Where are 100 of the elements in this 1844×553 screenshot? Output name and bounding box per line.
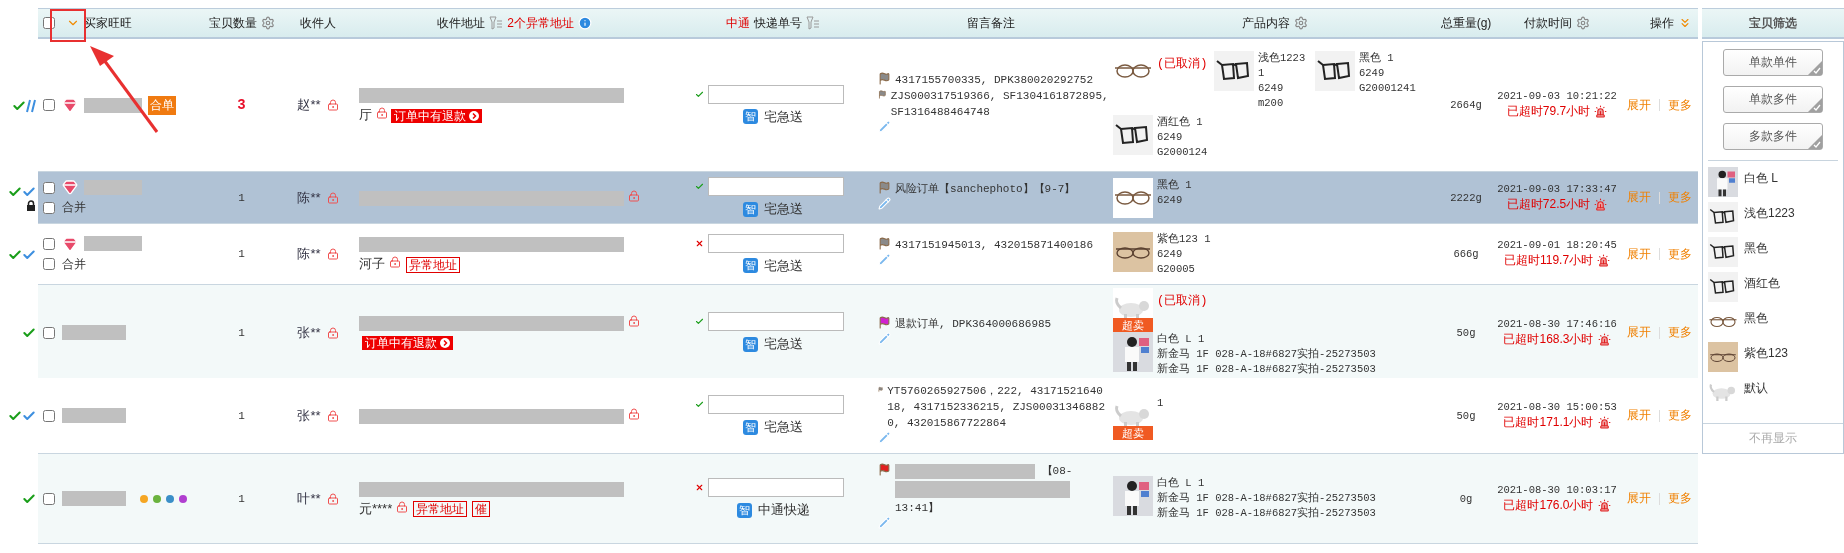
lock-icon [627, 314, 640, 327]
overdue-text: 已超时72.5小时 [1506, 195, 1591, 213]
filter-button[interactable]: 单款单件 [1723, 49, 1823, 76]
gear-icon[interactable] [260, 16, 275, 30]
product-text: 白色 L 1 [1157, 476, 1206, 491]
siren-icon [1597, 332, 1611, 346]
payment-time: 2021-09-01 18:20:45 [1497, 239, 1617, 251]
pencil-icon[interactable] [878, 331, 891, 345]
weight-text: 666g [1453, 248, 1479, 260]
overdue-text: 已超时176.0小时 [1503, 496, 1594, 514]
weight-text: 0g [1459, 492, 1473, 505]
double-chevron-icon[interactable] [1678, 16, 1692, 30]
tracking-number-input[interactable] [707, 312, 844, 331]
row-checkbox[interactable] [43, 409, 55, 422]
filter-item-label[interactable]: 浅色1223 [1744, 205, 1795, 222]
info-icon[interactable] [577, 16, 592, 30]
payment-time: 2021-08-30 15:00:53 [1497, 400, 1617, 413]
product-text: 新金马 1F 028-A-18#6827实拍-25273503 [1157, 506, 1376, 521]
column-header: 总重量(g) [1440, 14, 1492, 32]
note-text: 13:41】 [895, 502, 939, 514]
corner-check-icon [1808, 98, 1822, 112]
filter-button[interactable]: 单款多件 [1723, 86, 1823, 113]
abnormal-address-count: 2个异常地址 [507, 14, 574, 32]
product-text: m200 [1258, 95, 1285, 111]
flag-icon[interactable] [878, 315, 891, 329]
receiver-name: 赵** [297, 96, 321, 114]
refund-badge[interactable]: 订单中有退款 [362, 336, 453, 351]
weight-text: 50g [1456, 409, 1476, 422]
smart-badge: 智 [743, 419, 758, 435]
filter-item-label[interactable]: 酒红色 [1744, 275, 1780, 292]
redaction-bar [62, 491, 126, 506]
filter-icon[interactable] [806, 16, 820, 30]
tracking-number-input[interactable] [707, 84, 844, 104]
address-text: 厅 [359, 107, 372, 122]
note-text: 退款订单, DPK364000686985 [895, 316, 1052, 332]
pencil-icon[interactable] [878, 120, 891, 133]
tracking-number-input[interactable] [707, 478, 844, 497]
weight-text: 2664g [1450, 99, 1482, 111]
flag-icon[interactable] [878, 72, 891, 85]
lock-icon [326, 99, 339, 111]
receiver-name: 张** [297, 323, 321, 342]
smart-badge: 智 [743, 258, 758, 273]
filter-item-label[interactable]: 黑色 [1744, 240, 1768, 257]
lock-icon [627, 407, 640, 420]
tracking-number-input[interactable] [707, 177, 844, 196]
row-checkbox[interactable] [43, 492, 55, 505]
payment-time: 2021-09-03 17:33:47 [1497, 182, 1617, 195]
pencil-icon[interactable] [878, 196, 891, 210]
row-checkbox[interactable] [43, 326, 55, 339]
payment-time: 2021-09-03 10:21:22 [1497, 90, 1617, 102]
pencil-icon[interactable] [878, 253, 891, 266]
note-text: ZJS000317519366, SF1304161872895, SF1316488464748 [890, 89, 1109, 120]
row-checkbox[interactable] [43, 181, 55, 194]
note-text: 4317151945013, 432015871400186 [895, 238, 1094, 253]
filter-item-label[interactable]: 紫色123 [1744, 345, 1789, 362]
product-text: 浅色1223 [1258, 50, 1306, 66]
product-text: 1 [1157, 395, 1164, 411]
flag-icon[interactable] [878, 463, 891, 476]
flag-icon[interactable] [878, 88, 887, 101]
carrier-label: 中通 [726, 14, 750, 32]
row-checkbox[interactable] [43, 99, 55, 111]
filter-button[interactable]: 多款多件 [1723, 123, 1823, 150]
item-count: 1 [238, 409, 245, 422]
note-text: YT5760265927506，222, 4317152164018, 4317152336215, ZJS000313468820, 432015867722864 [887, 383, 1107, 431]
tracking-number-input[interactable] [707, 395, 844, 414]
lock-icon [395, 500, 408, 513]
tracking-number-input[interactable] [707, 233, 844, 253]
flag-icon[interactable] [878, 237, 891, 250]
merge-checkbox[interactable] [43, 258, 55, 270]
gear-icon[interactable] [1294, 16, 1308, 30]
smart-badge: 智 [743, 336, 758, 352]
smart-badge: 智 [736, 502, 752, 518]
product-text: G20005 [1157, 261, 1196, 277]
lock-icon [326, 326, 339, 339]
merge-label: 合并 [62, 255, 86, 273]
column-header: 产品内容 [1242, 14, 1290, 32]
column-header: 收件人 [300, 14, 336, 32]
merge-checkbox[interactable] [43, 201, 55, 214]
product-text: 白色 L 1 [1157, 332, 1206, 347]
siren-icon [1594, 197, 1608, 211]
redaction-bar [62, 325, 126, 340]
receiver-name: 张** [297, 406, 321, 425]
filter-item-label[interactable]: 黑色 [1744, 310, 1768, 327]
receiver-name: 陈** [297, 245, 321, 263]
select-all-checkbox[interactable] [43, 17, 55, 29]
filter-icon[interactable] [489, 16, 504, 30]
pencil-icon[interactable] [878, 516, 891, 529]
column-header: 宝贝数量 [208, 14, 257, 32]
weight-text: 2222g [1450, 191, 1482, 204]
pencil-icon[interactable] [878, 430, 891, 444]
filter-item-label[interactable]: 默认 [1744, 380, 1768, 397]
gear-icon[interactable] [1576, 16, 1590, 30]
flag-icon[interactable] [878, 180, 891, 194]
product-text: 6249 [1359, 65, 1386, 81]
refund-badge[interactable]: 订单中有退款 [390, 108, 482, 123]
item-count: 1 [238, 492, 245, 505]
payment-time: 2021-08-30 17:46:16 [1497, 317, 1617, 330]
row-checkbox[interactable] [43, 238, 55, 250]
filter-item-label[interactable]: 白色 L [1744, 170, 1778, 187]
product-text: 紫色123 1 [1157, 231, 1211, 247]
